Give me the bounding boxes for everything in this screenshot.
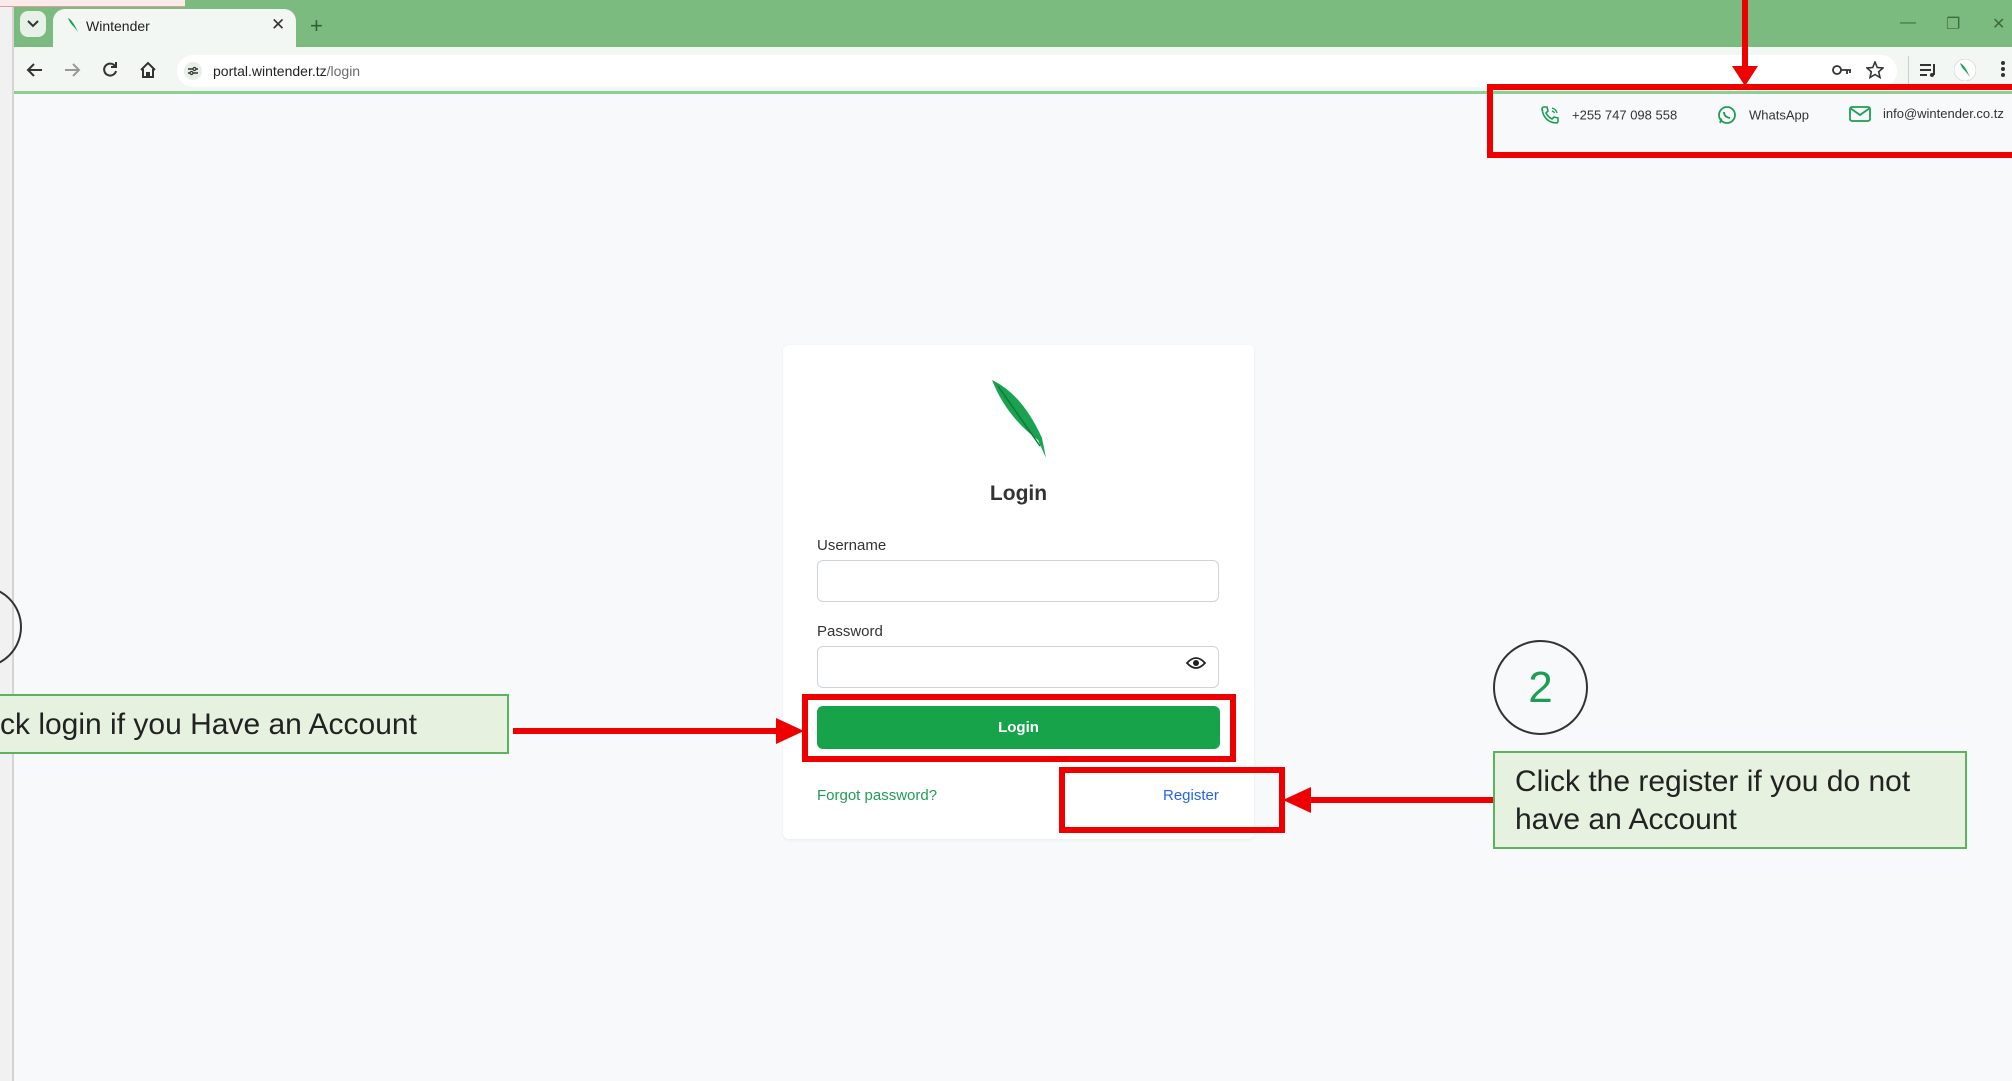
reading-list-icon[interactable] xyxy=(1919,61,1937,79)
tab-search-button[interactable] xyxy=(20,11,46,37)
back-arrow-icon[interactable] xyxy=(26,62,44,78)
show-password-eye-icon[interactable] xyxy=(1186,656,1206,670)
site-info-icon[interactable] xyxy=(184,62,202,80)
more-menu-icon[interactable] xyxy=(2000,60,2006,78)
minimize-button[interactable]: — xyxy=(1900,14,1916,32)
reload-icon[interactable] xyxy=(101,61,119,79)
register-callout: Click the register if you do not have an… xyxy=(1493,751,1967,849)
top-edge-strip xyxy=(0,0,185,7)
url-text[interactable]: portal.wintender.tz/login xyxy=(213,63,360,79)
register-highlight-box xyxy=(1059,767,1285,833)
bookmark-star-icon[interactable] xyxy=(1866,61,1884,79)
new-tab-button[interactable]: + xyxy=(310,13,323,39)
password-label: Password xyxy=(817,623,883,640)
contact-arrow-line xyxy=(1742,0,1748,70)
forgot-password-link[interactable]: Forgot password? xyxy=(817,787,937,804)
step-2-circle: 2 xyxy=(1493,640,1588,735)
close-tab-icon[interactable]: ✕ xyxy=(271,15,285,35)
arrow-head-left-icon xyxy=(1283,787,1311,813)
username-input[interactable] xyxy=(817,560,1219,602)
close-window-button[interactable]: ✕ xyxy=(1992,14,2005,34)
toolbar-divider xyxy=(1908,56,1909,86)
register-arrow-line xyxy=(1310,797,1493,803)
tab-title: Wintender xyxy=(86,18,150,34)
profile-avatar-icon[interactable] xyxy=(1954,59,1976,81)
wintender-feather-logo xyxy=(992,380,1046,458)
username-label: Username xyxy=(817,537,887,554)
arrow-head-down-icon xyxy=(1732,66,1758,86)
url-path: /login xyxy=(326,63,361,79)
restore-button[interactable]: ❐ xyxy=(1946,14,1960,34)
contact-highlight-box xyxy=(1487,84,2012,158)
login-highlight-box xyxy=(802,694,1236,762)
login-arrow-line xyxy=(513,728,778,734)
forward-arrow-icon[interactable] xyxy=(63,62,81,78)
password-input[interactable] xyxy=(817,646,1219,688)
login-heading: Login xyxy=(989,482,1048,505)
wintender-favicon-icon xyxy=(68,18,78,32)
arrow-head-right-icon xyxy=(776,718,804,744)
window-left-edge xyxy=(0,0,14,1081)
chevron-down-icon xyxy=(27,20,39,28)
login-callout: ck login if you Have an Account xyxy=(0,694,509,754)
address-bar[interactable] xyxy=(177,55,1897,87)
home-icon[interactable] xyxy=(139,61,157,79)
url-host: portal.wintender.tz xyxy=(213,63,327,79)
password-key-icon[interactable] xyxy=(1832,64,1852,76)
